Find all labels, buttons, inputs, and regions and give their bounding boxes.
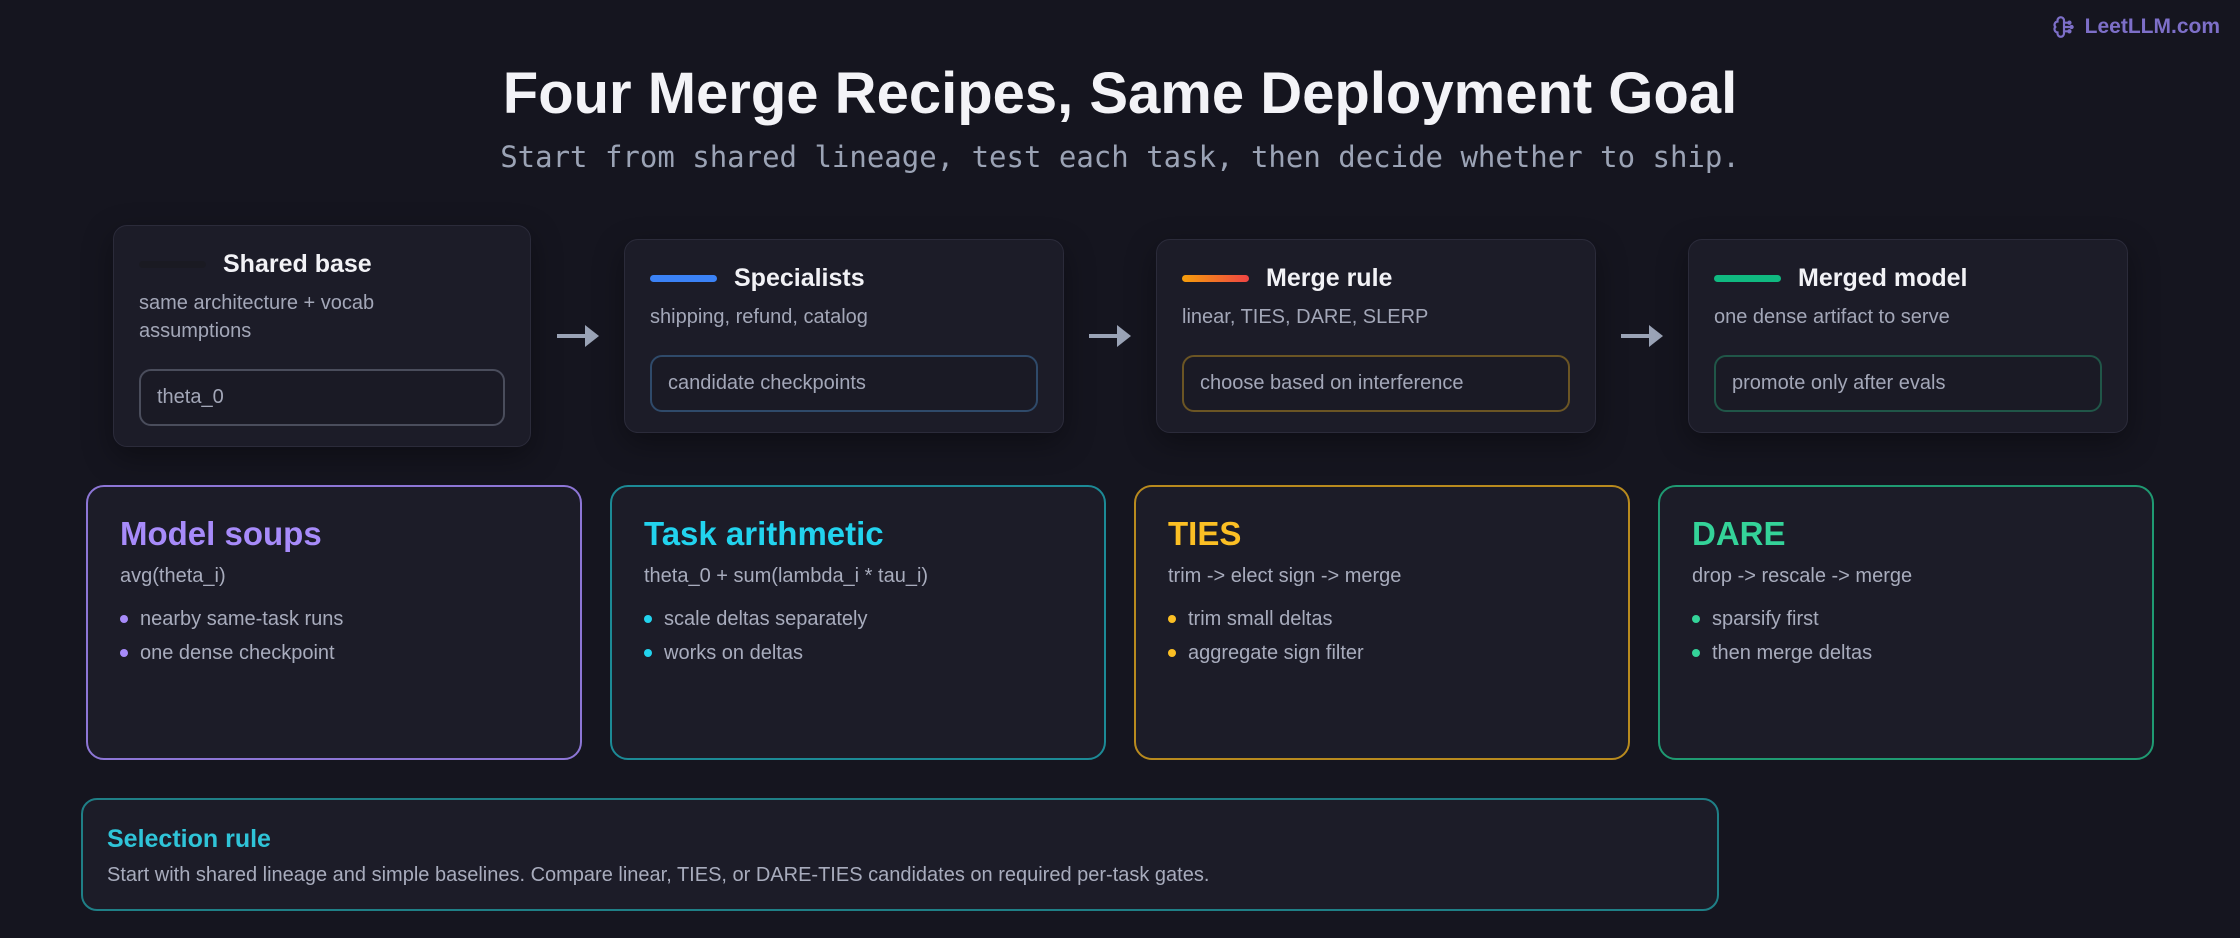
list-item: sparsify first (1692, 602, 2120, 636)
stage-specialists: Specialists shipping, refund, catalog ca… (624, 239, 1064, 433)
stage-pill: choose based on interference (1182, 355, 1570, 412)
selection-text: Start with shared lineage and simple bas… (107, 864, 1210, 886)
bullet-icon (120, 615, 128, 623)
stage-title: Merge rule (1266, 264, 1393, 292)
recipe-card-ties: TIES trim -> elect sign -> merge trim sm… (1134, 485, 1630, 760)
stage-merged-model: Merged model one dense artifact to serve… (1688, 239, 2128, 433)
list-item-text: works on deltas (664, 641, 803, 664)
arrow-right-icon (1621, 325, 1663, 347)
recipe-card-dare: DARE drop -> rescale -> merge sparsify f… (1658, 485, 2154, 760)
list-item: then merge deltas (1692, 636, 2120, 670)
page-title: Four Merge Recipes, Same Deployment Goal (502, 61, 1738, 126)
recipe-card-task-arithmetic: Task arithmetic theta_0 + sum(lambda_i *… (610, 485, 1106, 760)
brand-label: LeetLLM.com (2084, 15, 2220, 38)
recipe-formula: avg(theta_i) (120, 565, 226, 587)
stage-title: Merged model (1798, 264, 1968, 292)
list-item-text: one dense checkpoint (140, 641, 335, 664)
list-item-text: then merge deltas (1712, 641, 1873, 664)
bullet-icon (1692, 615, 1700, 623)
recipe-title: DARE (1692, 515, 1786, 552)
recipe-title: Model soups (120, 515, 322, 552)
list-item-text: trim small deltas (1188, 607, 1333, 630)
list-item-text: sparsify first (1712, 607, 1819, 630)
stage-description: shipping, refund, catalog (650, 306, 868, 328)
recipe-list: trim small deltas aggregate sign filter (1168, 602, 1596, 670)
selection-rule-box: Selection rule Start with shared lineage… (81, 798, 1719, 911)
stage-color-bar (1714, 275, 1781, 282)
list-item-text: scale deltas separately (664, 607, 868, 630)
recipe-formula: drop -> rescale -> merge (1692, 565, 1913, 587)
list-item: trim small deltas (1168, 602, 1596, 636)
list-item: nearby same-task runs (120, 602, 548, 636)
stage-shared-base: Shared base same architecture + vocab as… (113, 225, 531, 447)
recipe-formula: theta_0 + sum(lambda_i * tau_i) (644, 565, 929, 587)
arrow-right-icon (1089, 325, 1131, 347)
bullet-icon (1168, 649, 1176, 657)
stage-color-bar (139, 261, 206, 268)
list-item: one dense checkpoint (120, 636, 548, 670)
bullet-icon (1168, 615, 1176, 623)
stage-title: Specialists (734, 264, 865, 292)
stage-description: same architecture + vocab assumptions (139, 292, 375, 342)
list-item-text: aggregate sign filter (1188, 641, 1364, 664)
bullet-icon (644, 649, 652, 657)
stage-description: one dense artifact to serve (1714, 306, 1950, 328)
stage-pill: candidate checkpoints (650, 355, 1038, 412)
recipe-list: sparsify first then merge deltas (1692, 602, 2120, 670)
page-subtitle: Start from shared lineage, test each tas… (500, 140, 1740, 174)
stage-title: Shared base (223, 250, 372, 278)
recipe-formula: trim -> elect sign -> merge (1168, 565, 1402, 587)
bullet-icon (1692, 649, 1700, 657)
list-item: aggregate sign filter (1168, 636, 1596, 670)
recipe-list: scale deltas separately works on deltas (644, 602, 1072, 670)
recipe-list: nearby same-task runs one dense checkpoi… (120, 602, 548, 670)
stage-pill: theta_0 (139, 369, 505, 426)
stage-pill: promote only after evals (1714, 355, 2102, 412)
list-item: scale deltas separately (644, 602, 1072, 636)
bullet-icon (644, 615, 652, 623)
brand-logo[interactable]: LeetLLM.com (2051, 14, 2220, 40)
stage-color-bar (650, 275, 717, 282)
brain-icon (2053, 16, 2074, 38)
arrow-right-icon (557, 325, 599, 347)
recipe-title: Task arithmetic (644, 515, 884, 552)
recipe-card-model-soups: Model soups avg(theta_i) nearby same-tas… (86, 485, 582, 760)
stage-color-bar (1182, 275, 1249, 282)
recipe-title: TIES (1168, 515, 1242, 552)
selection-title: Selection rule (107, 825, 271, 853)
stage-merge-rule: Merge rule linear, TIES, DARE, SLERP cho… (1156, 239, 1596, 433)
bullet-icon (120, 649, 128, 657)
list-item: works on deltas (644, 636, 1072, 670)
list-item-text: nearby same-task runs (140, 607, 344, 630)
stage-description: linear, TIES, DARE, SLERP (1182, 306, 1429, 328)
